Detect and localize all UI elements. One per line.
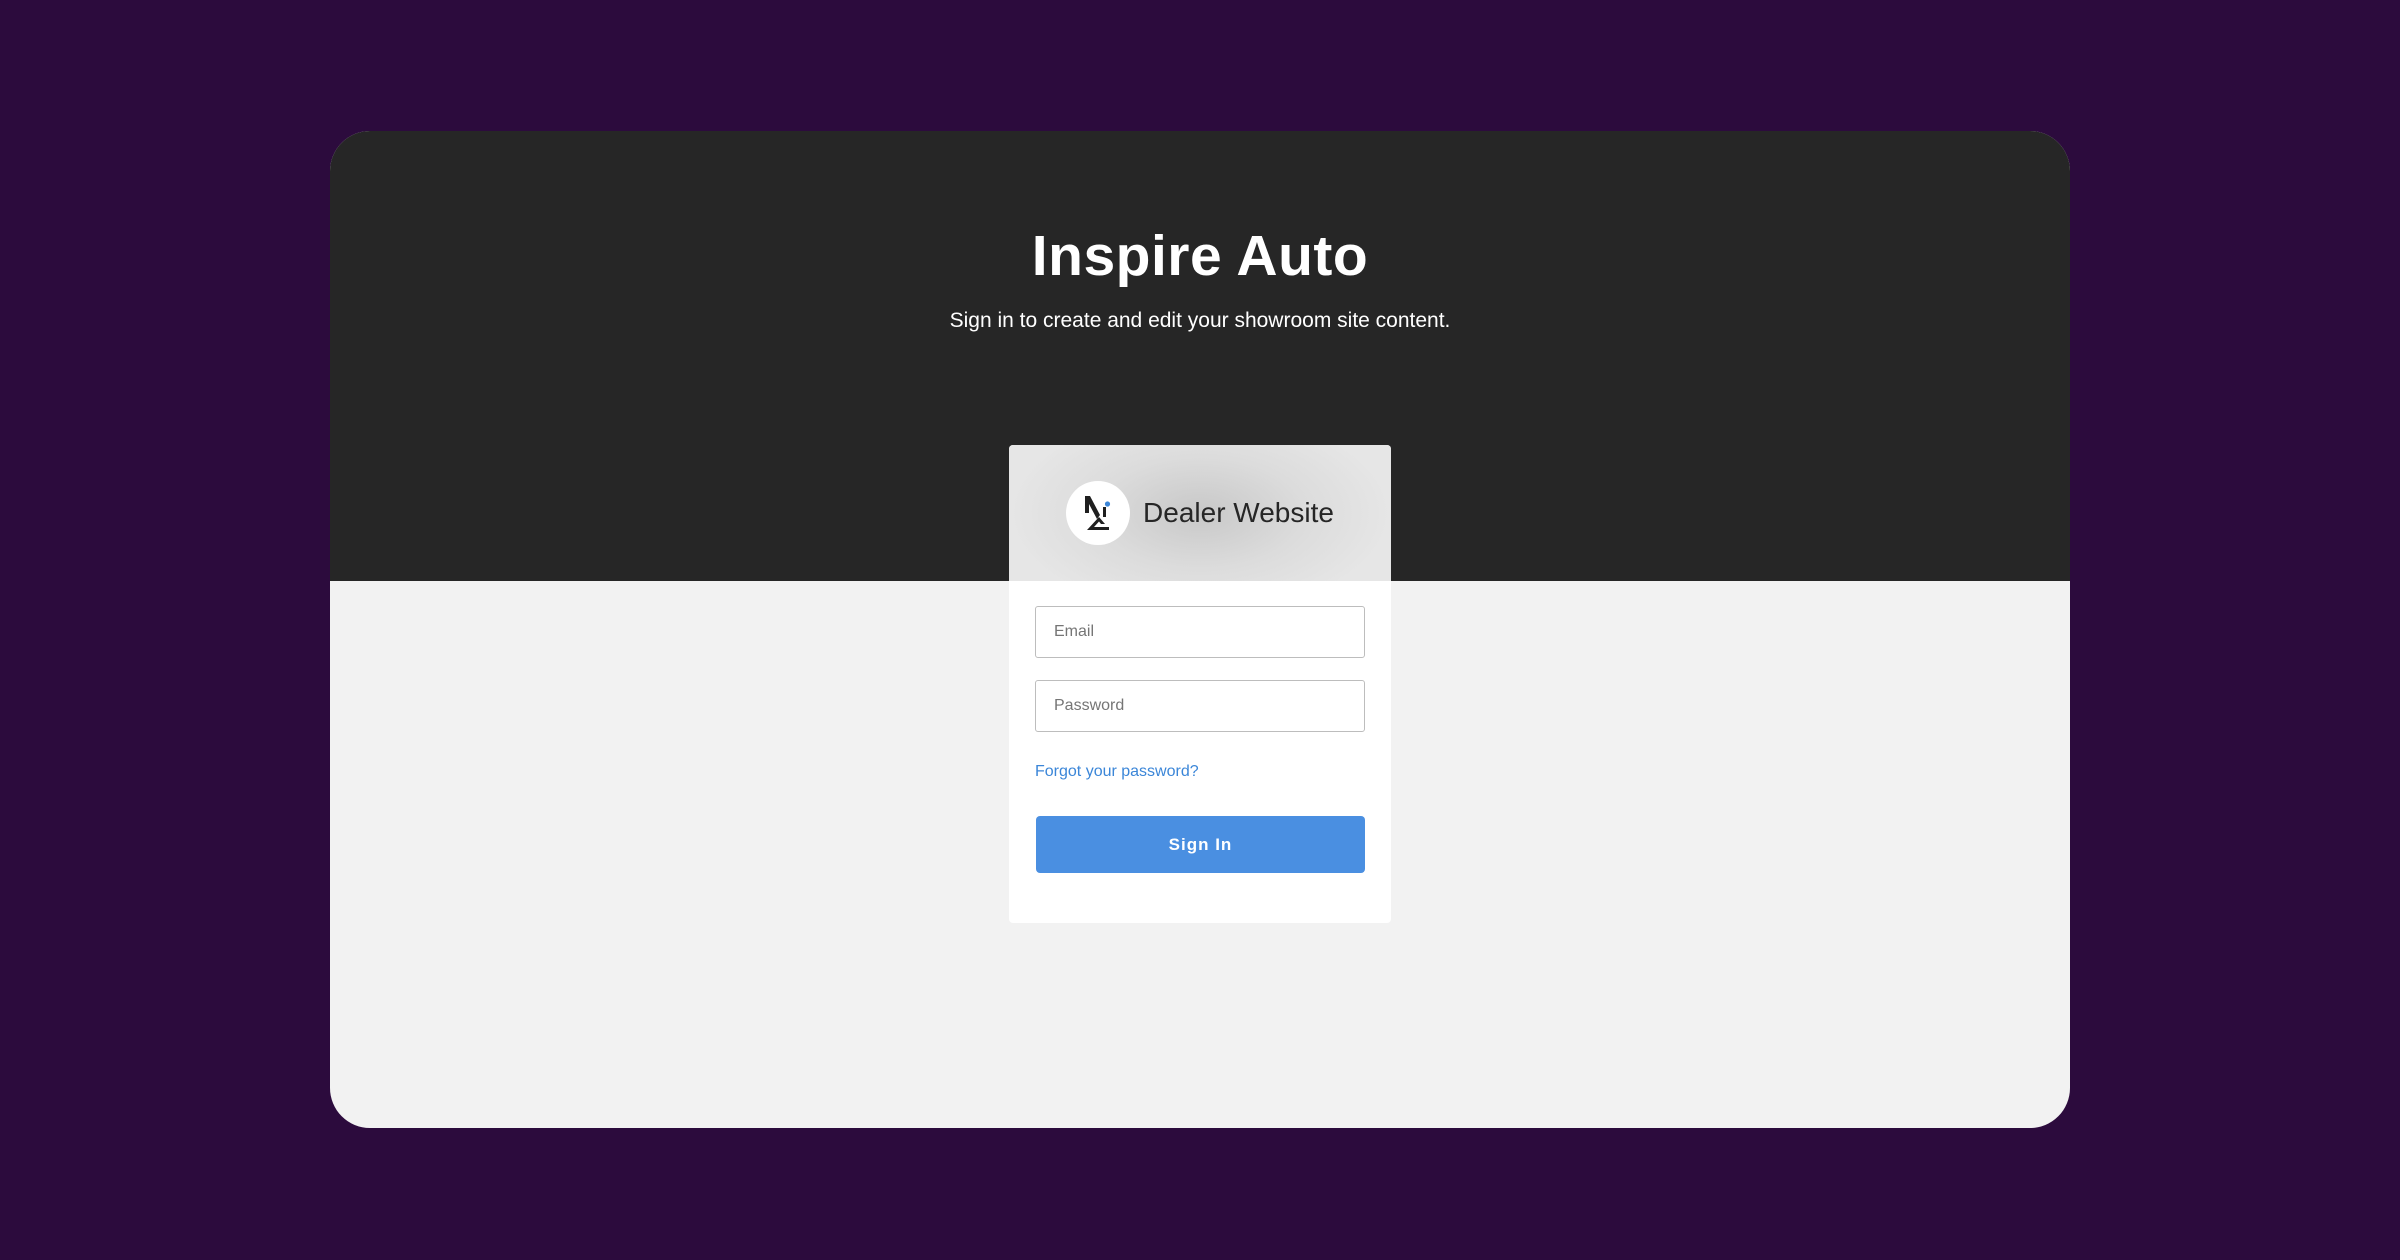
sign-in-button[interactable]: Sign In bbox=[1036, 816, 1365, 873]
page-subtitle: Sign in to create and edit your showroom… bbox=[949, 309, 1451, 332]
forgot-password-link[interactable]: Forgot your password? bbox=[1035, 763, 1199, 781]
card-header: Dealer Website bbox=[1009, 445, 1391, 581]
dealer-logo-icon bbox=[1066, 481, 1131, 545]
email-field[interactable] bbox=[1035, 606, 1365, 658]
logo-mark bbox=[1085, 496, 1111, 530]
brand-name: Dealer Website bbox=[1143, 497, 1334, 528]
login-frame: Inspire Auto Sign in to create and edit … bbox=[330, 131, 2070, 1128]
login-card: Dealer Website Forgot your password? Sig… bbox=[1009, 445, 1391, 923]
password-field[interactable] bbox=[1035, 680, 1365, 732]
page-title: Inspire Auto bbox=[1031, 224, 1369, 288]
